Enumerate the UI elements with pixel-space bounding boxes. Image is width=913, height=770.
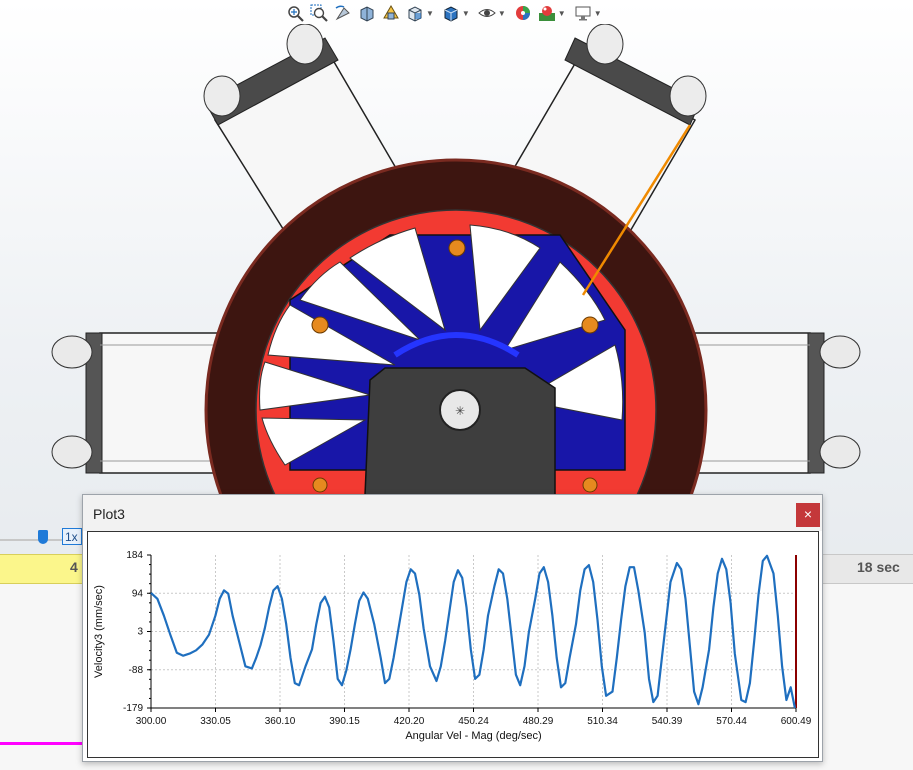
cylinder-right — [694, 332, 861, 474]
crank-arm — [364, 367, 556, 496]
chevron-down-icon[interactable]: ▼ — [426, 9, 434, 18]
engine-model: ✳ — [51, 23, 861, 662]
y-tick-label: -88 — [129, 665, 144, 676]
x-tick-label: 420.20 — [394, 716, 425, 727]
dynamic-annotation-icon[interactable] — [380, 2, 402, 24]
plot-titlebar[interactable]: Plot3 × — [83, 495, 822, 531]
playback-speed-field[interactable]: 1x — [62, 528, 82, 545]
view-settings-icon[interactable] — [572, 2, 594, 24]
chevron-down-icon[interactable]: ▼ — [462, 9, 470, 18]
x-tick-label: 600.49 — [781, 716, 812, 727]
display-style-icon[interactable] — [440, 2, 462, 24]
apply-scene-icon[interactable] — [536, 2, 558, 24]
hide-show-items-icon[interactable] — [476, 2, 498, 24]
plot-area: 300.00 330.05 360.10 390.15 420.20 450.24 480.… — [87, 531, 819, 758]
x-tick-label: 300.00 — [136, 716, 167, 727]
previous-view-icon[interactable] — [332, 2, 354, 24]
x-tick-label: 540.39 — [652, 716, 683, 727]
x-tick-label: 360.10 — [265, 716, 296, 727]
zoom-to-fit-icon[interactable] — [284, 2, 306, 24]
playback-speed-slider[interactable] — [38, 530, 48, 544]
playback-speed-track[interactable] — [0, 539, 70, 541]
svg-text:✳: ✳ — [455, 404, 465, 418]
x-tick-label: 330.05 — [200, 716, 231, 727]
x-tick-label: 390.15 — [329, 716, 360, 727]
graphics-area[interactable]: ✳ — [0, 23, 913, 662]
timeline-ruler[interactable]: 4 — [0, 554, 84, 584]
x-tick-label: 510.34 — [587, 716, 618, 727]
timeline-ruler-right[interactable]: 18 sec — [823, 554, 913, 584]
zoom-to-area-icon[interactable] — [308, 2, 330, 24]
plot-title: Plot3 — [93, 506, 125, 522]
x-tick-label: 450.24 — [458, 716, 489, 727]
x-axis-title: Angular Vel - Mag (deg/sec) — [405, 730, 541, 742]
y-axis-title: Velocity3 (mm/sec) — [93, 585, 105, 678]
chevron-down-icon[interactable]: ▼ — [594, 9, 602, 18]
x-tick-label: 570.44 — [716, 716, 747, 727]
velocity-chart: 300.00 330.05 360.10 390.15 420.20 450.24 480.… — [93, 550, 812, 742]
ruler-time-label: 4 — [70, 559, 78, 575]
x-tick-label: 480.29 — [523, 716, 554, 727]
y-tick-label: -179 — [123, 703, 143, 714]
heads-up-view-toolbar: ▼ ▼ ▼ ▼ ▼ — [284, 2, 606, 24]
timeline-key-bar[interactable] — [0, 742, 86, 745]
y-tick-label: 94 — [132, 588, 144, 599]
chevron-down-icon[interactable]: ▼ — [558, 9, 566, 18]
y-tick-label: 3 — [137, 627, 143, 638]
section-view-icon[interactable] — [356, 2, 378, 24]
view-orientation-icon[interactable] — [404, 2, 426, 24]
chevron-down-icon[interactable]: ▼ — [498, 9, 506, 18]
cylinder-left — [51, 332, 221, 474]
edit-appearance-icon[interactable] — [512, 2, 534, 24]
plot-window[interactable]: Plot3 × 300.00 330.05 360.10 390.15 420.20 45… — [82, 494, 823, 762]
close-button[interactable]: × — [796, 503, 820, 527]
ruler-time-label: 18 sec — [857, 559, 900, 575]
y-tick-label: 184 — [126, 550, 143, 561]
